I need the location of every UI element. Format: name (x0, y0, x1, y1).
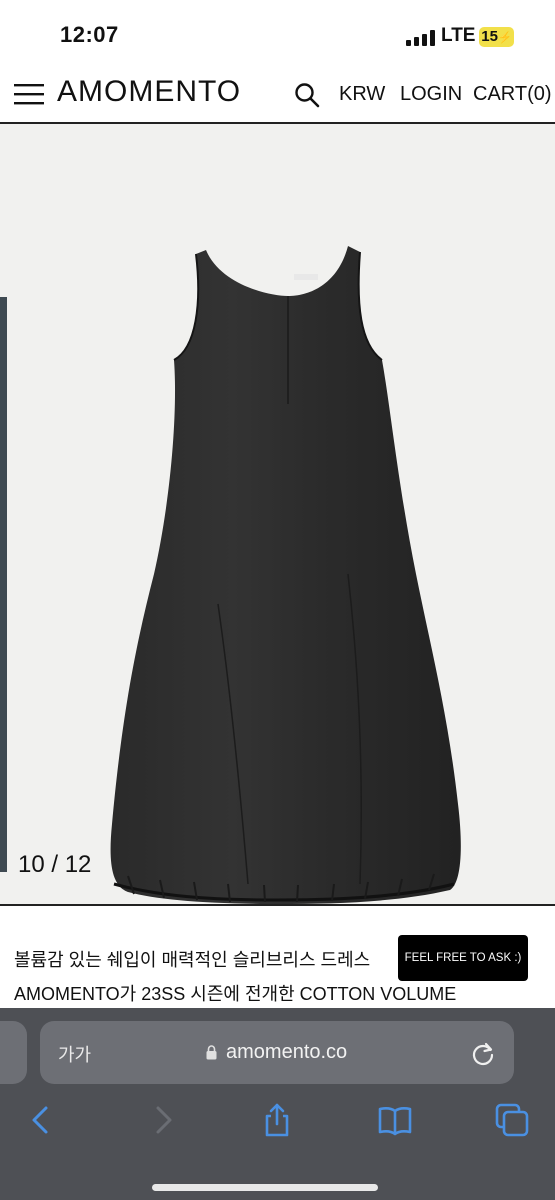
cart-link[interactable]: CART(0) (473, 83, 552, 106)
previous-tab-preview[interactable] (0, 1021, 27, 1084)
bookmarks-icon[interactable] (377, 1102, 413, 1138)
forward-icon[interactable] (144, 1102, 180, 1138)
url-text[interactable]: amomento.co (226, 1041, 347, 1064)
home-indicator[interactable] (152, 1184, 378, 1191)
address-bar[interactable]: 가가 amomento.co (40, 1021, 514, 1084)
cellular-signal-icon (406, 30, 435, 46)
product-description-line-2: AMOMENTO가 23SS 시즌에 전개한 COTTON VOLUME (14, 984, 457, 1004)
reload-icon[interactable] (470, 1041, 496, 1067)
menu-icon[interactable] (14, 82, 44, 106)
site-header: AMOMENTO KRW LOGIN CART(0) (0, 66, 555, 124)
charging-bolt-icon: ⚡ (497, 32, 512, 44)
brand-logo[interactable]: AMOMENTO (57, 75, 241, 109)
previous-image-edge[interactable] (0, 297, 7, 872)
chat-help-button[interactable]: FEEL FREE TO ASK :) (398, 935, 528, 981)
product-gallery[interactable]: 10 / 12 (0, 124, 555, 904)
status-bar: 12:07 LTE 15⚡ (0, 0, 555, 66)
status-time: 12:07 (60, 22, 119, 47)
network-type: LTE (441, 25, 476, 46)
browser-bottom-bar: 가가 amomento.co (0, 1008, 555, 1200)
lock-icon (206, 1045, 217, 1060)
gallery-divider (0, 904, 555, 906)
battery-level: 15 (481, 28, 498, 45)
currency-button[interactable]: KRW (339, 83, 385, 106)
back-icon[interactable] (24, 1102, 60, 1138)
battery-indicator: 15⚡ (479, 27, 514, 47)
share-icon[interactable] (259, 1102, 295, 1138)
image-counter: 10 / 12 (18, 851, 92, 878)
login-link[interactable]: LOGIN (400, 83, 462, 106)
search-icon[interactable] (294, 82, 320, 108)
text-size-button[interactable]: 가가 (58, 1041, 91, 1067)
product-image[interactable] (98, 244, 468, 904)
tabs-icon[interactable] (494, 1102, 530, 1138)
